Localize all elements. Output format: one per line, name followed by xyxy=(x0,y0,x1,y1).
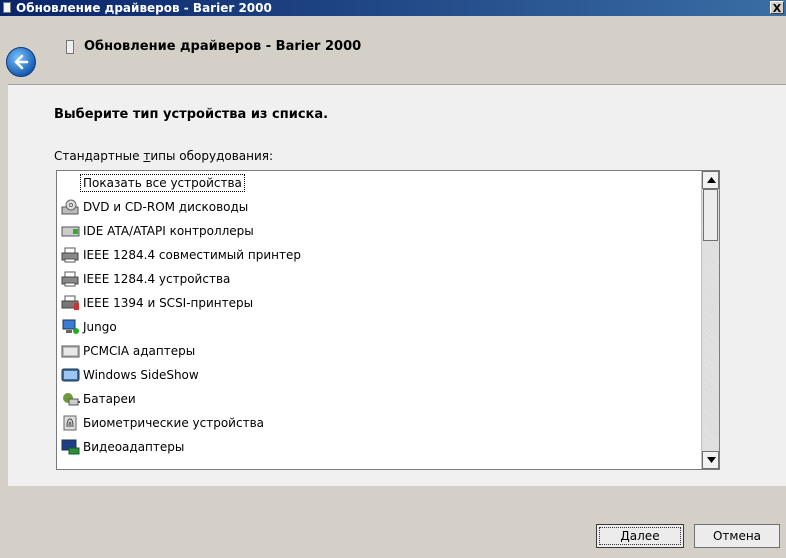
driver-update-icon xyxy=(3,2,11,13)
list-item[interactable]: DVD и CD-ROM дисководы xyxy=(57,195,687,219)
list-item-label: Jungo xyxy=(83,320,117,334)
list-item[interactable]: Биометрические устройства xyxy=(57,411,687,435)
dvd-drive-icon xyxy=(61,199,81,215)
back-button[interactable] xyxy=(6,47,36,77)
title-bar: Обновление драйверов - Barier 2000 X xyxy=(0,0,786,16)
list-item-label: Биометрические устройства xyxy=(83,416,264,430)
list-item-label: IDE ATA/ATAPI контроллеры xyxy=(83,224,254,238)
device-type-rows: Показать все устройства DVD и CD-ROM диск… xyxy=(57,171,687,469)
device-type-list[interactable]: Показать все устройства DVD и CD-ROM диск… xyxy=(56,170,720,470)
close-button[interactable]: X xyxy=(770,1,784,15)
list-item[interactable]: PCMCIA адаптеры xyxy=(57,339,687,363)
sideshow-icon xyxy=(61,367,81,383)
scroll-up-button[interactable] xyxy=(702,171,719,189)
list-item-label: Показать все устройства xyxy=(80,174,245,192)
display-adapter-icon xyxy=(61,439,81,455)
list-item[interactable]: Видеоадаптеры xyxy=(57,435,687,459)
list-item[interactable]: Windows SideShow xyxy=(57,363,687,387)
list-item[interactable]: Показать все устройства xyxy=(57,171,687,195)
battery-icon xyxy=(61,391,81,407)
pcmcia-adapter-icon xyxy=(61,343,81,359)
list-item-label: IEEE 1284.4 устройства xyxy=(83,272,231,286)
scrollbar-thumb[interactable] xyxy=(703,189,718,241)
ide-controller-icon xyxy=(61,223,81,239)
vertical-scrollbar[interactable] xyxy=(701,171,719,469)
instruction-text: Выберите тип устройства из списка. xyxy=(54,107,329,122)
list-item[interactable]: Jungo xyxy=(57,315,687,339)
list-item[interactable]: IEEE 1394 и SCSI-принтеры xyxy=(57,291,687,315)
arrow-down-icon xyxy=(707,457,716,463)
network-device-icon xyxy=(61,319,81,335)
cancel-button[interactable]: Отмена xyxy=(694,524,780,548)
printer-icon xyxy=(61,247,81,263)
list-item-label: Windows SideShow xyxy=(83,368,199,382)
content-panel: Выберите тип устройства из списка. Станд… xyxy=(8,84,786,486)
list-item-label: PCMCIA адаптеры xyxy=(83,344,196,358)
list-item-label: Видеоадаптеры xyxy=(83,440,185,454)
wizard-header: Обновление драйверов - Barier 2000 xyxy=(0,16,786,84)
scsi-printer-icon xyxy=(61,295,81,311)
wizard-footer: Далее Отмена xyxy=(0,486,786,558)
fingerprint-icon xyxy=(61,415,81,431)
back-arrow-icon xyxy=(14,54,29,70)
list-item[interactable]: IDE ATA/ATAPI контроллеры xyxy=(57,219,687,243)
list-item-label: IEEE 1394 и SCSI-принтеры xyxy=(83,296,254,310)
list-item[interactable]: Батареи xyxy=(57,387,687,411)
printer-icon xyxy=(61,271,81,287)
wizard-title: Обновление драйверов - Barier 2000 xyxy=(84,39,362,54)
arrow-up-icon xyxy=(707,177,716,183)
window-title: Обновление драйверов - Barier 2000 xyxy=(16,1,272,15)
list-item-label: DVD и CD-ROM дисководы xyxy=(83,200,249,214)
list-item-label: IEEE 1284.4 совместимый принтер xyxy=(83,248,301,262)
driver-update-icon xyxy=(66,40,74,54)
scroll-down-button[interactable] xyxy=(702,451,719,469)
list-item-label: Батареи xyxy=(83,392,136,406)
device-type-label: Стандартные типы оборудования: xyxy=(54,149,274,163)
next-button[interactable]: Далее xyxy=(596,524,684,548)
list-item[interactable]: IEEE 1284.4 устройства xyxy=(57,267,687,291)
list-item[interactable]: IEEE 1284.4 совместимый принтер xyxy=(57,243,687,267)
